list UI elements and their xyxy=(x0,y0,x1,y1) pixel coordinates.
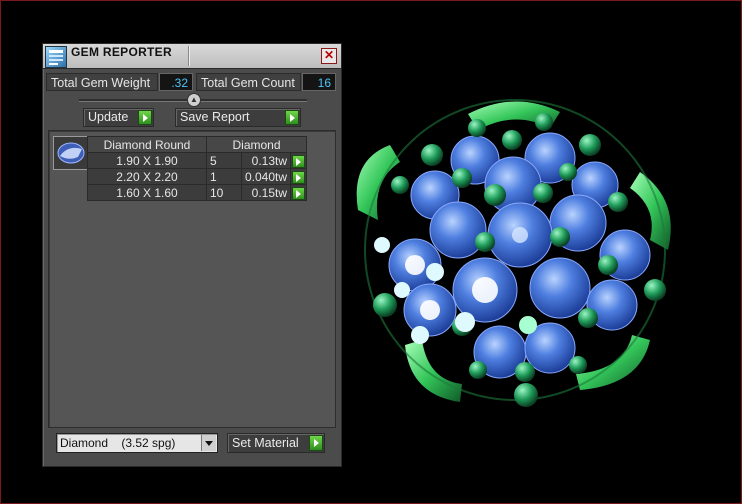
material-select[interactable]: Diamond (3.52 spg) xyxy=(56,433,218,453)
gem-table: Diamond Round Diamond 1.90 X 1.90 5 0.13… xyxy=(87,136,308,201)
row-select-button[interactable] xyxy=(290,152,308,169)
close-icon[interactable]: ✕ xyxy=(321,48,337,64)
total-gem-count-value: 16 xyxy=(302,73,336,91)
app-gem-icon xyxy=(45,46,67,68)
header-cut: Diamond Round xyxy=(87,136,207,153)
set-material-button[interactable]: Set Material xyxy=(227,433,325,453)
gem-weight: 0.13tw xyxy=(240,152,292,169)
chevron-down-icon[interactable] xyxy=(201,435,216,451)
gem-count: 5 xyxy=(206,152,242,169)
total-gem-count-label: Total Gem Count xyxy=(196,73,301,91)
table-row: 1.90 X 1.90 5 0.13tw xyxy=(87,152,308,169)
play-arrow-icon xyxy=(138,110,152,125)
update-button-label: Update xyxy=(88,110,129,124)
save-report-button-label: Save Report xyxy=(180,110,250,124)
row-select-button[interactable] xyxy=(290,184,308,201)
table-header-row: Diamond Round Diamond xyxy=(87,136,308,153)
play-arrow-icon xyxy=(292,186,306,200)
gem-list: Diamond Round Diamond 1.90 X 1.90 5 0.13… xyxy=(48,130,336,428)
gem-count: 1 xyxy=(206,168,242,185)
gem-size: 1.90 X 1.90 xyxy=(87,152,207,169)
save-report-button[interactable]: Save Report xyxy=(175,108,301,127)
3d-viewport[interactable] xyxy=(350,90,685,420)
material-select-value: Diamond (3.52 spg) xyxy=(60,436,176,450)
gem-weight: 0.040tw xyxy=(240,168,292,185)
gem-size: 2.20 X 2.20 xyxy=(87,168,207,185)
set-material-button-label: Set Material xyxy=(232,436,299,450)
gem-size: 1.60 X 1.60 xyxy=(87,184,207,201)
table-row: 2.20 X 2.20 1 0.040tw xyxy=(87,168,308,185)
total-gem-weight-value: .32 xyxy=(159,73,193,91)
window-title: GEM REPORTER xyxy=(71,45,172,59)
row-select-button[interactable] xyxy=(290,168,308,185)
title-bar[interactable]: GEM REPORTER ✕ xyxy=(43,44,341,69)
play-arrow-icon xyxy=(285,110,299,125)
gem-reporter-panel: GEM REPORTER ✕ Total Gem Weight .32 Tota… xyxy=(42,43,342,467)
update-button[interactable]: Update xyxy=(83,108,154,127)
table-row: 1.60 X 1.60 10 0.15tw xyxy=(87,184,308,201)
play-arrow-icon xyxy=(292,154,306,168)
play-arrow-icon xyxy=(292,170,306,184)
total-gem-weight-label: Total Gem Weight xyxy=(46,73,158,91)
gem-count: 10 xyxy=(206,184,242,201)
header-material: Diamond xyxy=(205,136,308,153)
collapse-arrow-icon[interactable]: ▲ xyxy=(187,93,201,107)
ring-render xyxy=(356,99,671,407)
title-divider xyxy=(188,46,189,66)
play-arrow-icon xyxy=(309,435,323,451)
gem-thumbnail-icon[interactable] xyxy=(53,136,89,170)
gem-weight: 0.15tw xyxy=(240,184,292,201)
